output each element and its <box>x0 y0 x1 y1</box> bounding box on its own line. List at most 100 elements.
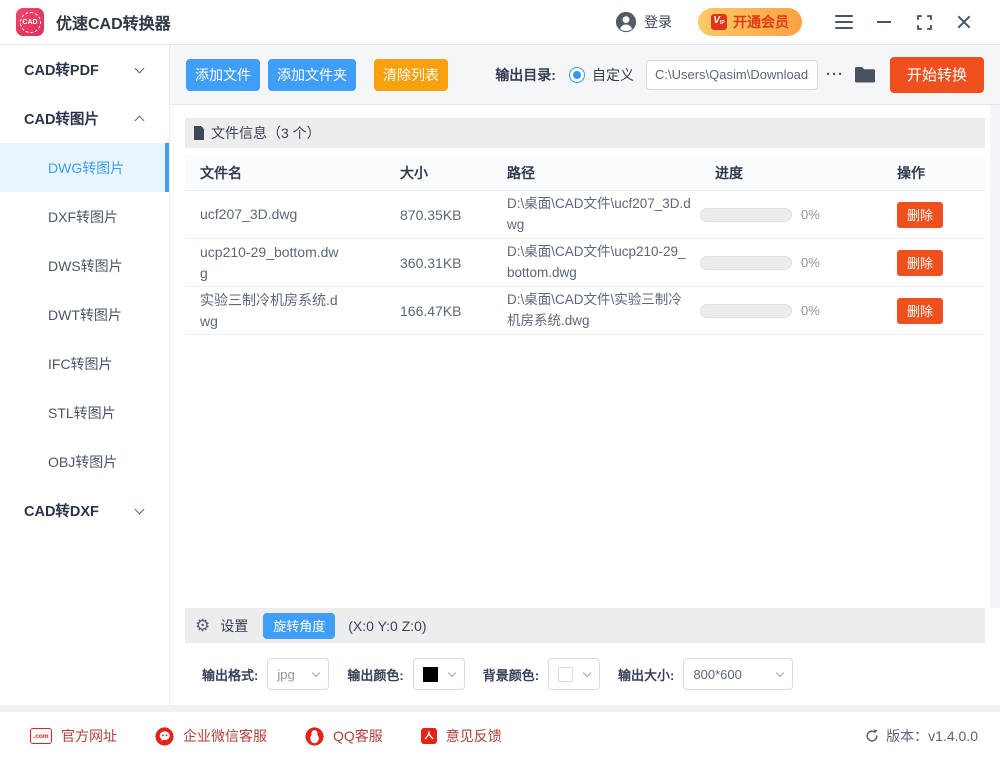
delete-button[interactable]: 删除 <box>897 250 943 276</box>
feedback-link[interactable]: 意见反馈 <box>421 726 502 746</box>
settings-title: 设置 <box>220 616 248 636</box>
settings-bar: ⚙ 设置 旋转角度 (X:0 Y:0 Z:0) <box>185 608 985 643</box>
refresh-icon <box>865 729 879 743</box>
vip-icon: VIP <box>711 14 727 30</box>
custom-dir-radio[interactable] <box>569 67 585 83</box>
delete-button[interactable]: 删除 <box>897 202 943 228</box>
minimize-button[interactable] <box>864 7 904 37</box>
vip-icon-ip: IP <box>720 21 725 26</box>
output-path-input[interactable] <box>646 60 818 90</box>
sidebar: CAD转PDF CAD转图片 DWG转图片 DXF转图片 DWS转图片 DWT转… <box>0 45 170 705</box>
sidebar-item-label: IFC转图片 <box>48 354 113 374</box>
title-bar: CAD 优速CAD转换器 登录 VIP 开通会员 <box>0 0 1000 45</box>
login-button[interactable]: 登录 <box>615 11 672 33</box>
filename-text: ucp210-29_bottom.dwg <box>200 242 342 284</box>
sidebar-group-cad-to-dxf[interactable]: CAD转DXF <box>0 486 169 535</box>
cell-action: 删除 <box>882 202 985 228</box>
sidebar-group-label: CAD转DXF <box>24 500 99 521</box>
maximize-button[interactable] <box>904 7 944 37</box>
gear-icon: ⚙ <box>195 617 210 634</box>
start-convert-button[interactable]: 开始转换 <box>890 57 984 93</box>
sidebar-group-label: CAD转图片 <box>24 108 99 129</box>
sidebar-item-label: OBJ转图片 <box>48 452 117 472</box>
output-format-value: jpg <box>277 667 294 682</box>
chevron-down-icon <box>776 669 784 677</box>
qq-support-link[interactable]: QQ客服 <box>305 726 383 746</box>
cell-filename: 实验三制冷机房系统.dwg <box>185 290 385 332</box>
vip-label: 开通会员 <box>733 12 789 32</box>
login-label: 登录 <box>644 12 672 32</box>
output-color-select[interactable] <box>413 658 465 690</box>
delete-button[interactable]: 删除 <box>897 298 943 324</box>
cell-size: 870.35KB <box>385 207 492 223</box>
feedback-icon <box>421 728 437 744</box>
table-row: ucf207_3D.dwg 870.35KB D:\桌面\CAD文件\ucf20… <box>185 191 985 239</box>
chevron-down-icon <box>135 63 145 73</box>
version-label: 版本：v1.4.0.0 <box>886 726 978 746</box>
browse-more-button[interactable]: ··· <box>826 66 844 83</box>
add-file-button[interactable]: 添加文件 <box>186 59 260 91</box>
close-icon <box>956 14 972 30</box>
file-info-title: 文件信息（3 个） <box>211 123 321 143</box>
sidebar-item-dwt-to-image[interactable]: DWT转图片 <box>0 290 169 339</box>
sidebar-group-cad-to-image[interactable]: CAD转图片 <box>0 94 169 143</box>
progress-bar <box>700 304 792 318</box>
table-header: 文件名 大小 路径 进度 操作 <box>185 155 985 191</box>
sidebar-item-ifc-to-image[interactable]: IFC转图片 <box>0 339 169 388</box>
add-folder-button[interactable]: 添加文件夹 <box>268 59 356 91</box>
main-panel: 添加文件 添加文件夹 清除列表 输出目录: 自定义 ··· 开始转换 <box>170 45 1000 705</box>
hamburger-icon <box>835 15 853 29</box>
output-format-select[interactable]: jpg <box>267 658 329 690</box>
path-text: D:\桌面\CAD文件\ucf207_3D.dwg <box>507 194 693 235</box>
app-logo-text: CAD <box>20 12 41 33</box>
progress-label: 0% <box>801 255 820 270</box>
scrollbar-track[interactable] <box>990 105 1000 608</box>
qq-icon <box>305 727 324 746</box>
cell-progress: 0% <box>700 255 882 270</box>
col-header-progress: 进度 <box>700 163 882 183</box>
official-website-link[interactable]: .com 官方网址 <box>30 726 117 746</box>
clear-list-button[interactable]: 清除列表 <box>374 59 448 91</box>
sidebar-item-dwg-to-image[interactable]: DWG转图片 <box>0 143 169 192</box>
sidebar-item-label: DWG转图片 <box>48 158 124 178</box>
toolbar: 添加文件 添加文件夹 清除列表 输出目录: 自定义 ··· 开始转换 <box>170 45 1000 105</box>
cell-action: 删除 <box>882 298 985 324</box>
cell-path: D:\桌面\CAD文件\ucp210-29_bottom.dwg <box>492 242 700 283</box>
cell-path: D:\桌面\CAD文件\ucf207_3D.dwg <box>492 194 700 235</box>
footer-link-label: 企业微信客服 <box>183 726 267 746</box>
wechat-icon <box>155 727 174 746</box>
col-header-action: 操作 <box>882 163 985 183</box>
menu-button[interactable] <box>824 7 864 37</box>
sidebar-group-cad-to-pdf[interactable]: CAD转PDF <box>0 45 169 94</box>
white-color-swatch <box>558 667 573 682</box>
close-button[interactable] <box>944 7 984 37</box>
sidebar-item-stl-to-image[interactable]: STL转图片 <box>0 388 169 437</box>
open-folder-button[interactable] <box>854 66 876 84</box>
file-info-bar: 文件信息（3 个） <box>185 118 985 148</box>
app-logo-icon: CAD <box>16 8 44 36</box>
output-size-select[interactable]: 800*600 <box>683 658 793 690</box>
document-icon <box>193 126 205 140</box>
output-size-value: 800*600 <box>693 667 741 682</box>
sidebar-item-dws-to-image[interactable]: DWS转图片 <box>0 241 169 290</box>
sidebar-item-label: DWT转图片 <box>48 305 122 325</box>
version-info: 版本：v1.4.0.0 <box>865 726 978 746</box>
output-format-label: 输出格式: <box>202 665 258 684</box>
background-color-select[interactable] <box>548 658 600 690</box>
minimize-icon <box>877 21 891 23</box>
open-vip-button[interactable]: VIP 开通会员 <box>698 8 802 36</box>
sidebar-item-dxf-to-image[interactable]: DXF转图片 <box>0 192 169 241</box>
progress-label: 0% <box>801 303 820 318</box>
sidebar-item-obj-to-image[interactable]: OBJ转图片 <box>0 437 169 486</box>
cell-filename: ucf207_3D.dwg <box>185 204 385 225</box>
chevron-down-icon <box>583 669 591 677</box>
rotate-angle-button[interactable]: 旋转角度 <box>263 613 335 639</box>
sidebar-item-label: DXF转图片 <box>48 207 118 227</box>
path-text: D:\桌面\CAD文件\实验三制冷机房系统.dwg <box>507 290 693 331</box>
col-header-filename: 文件名 <box>185 163 385 183</box>
cell-progress: 0% <box>700 303 882 318</box>
output-size-label: 输出大小: <box>618 665 674 684</box>
maximize-icon <box>917 15 932 30</box>
app-title: 优速CAD转换器 <box>56 10 171 34</box>
wechat-support-link[interactable]: 企业微信客服 <box>155 726 267 746</box>
